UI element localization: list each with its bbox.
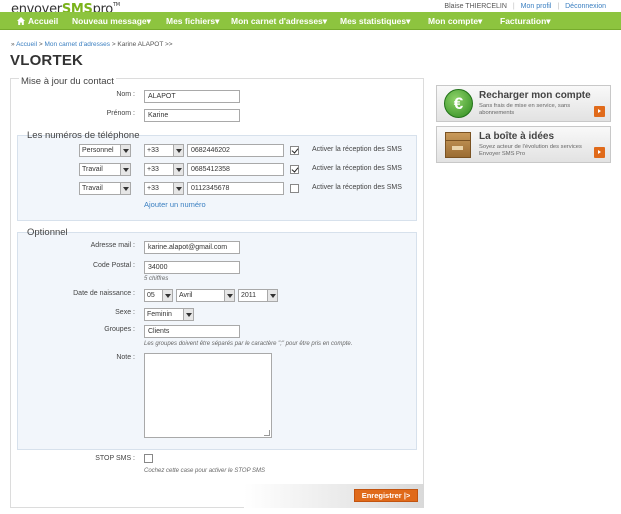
home-icon xyxy=(17,17,25,25)
optional-legend: Optionnel xyxy=(27,227,68,238)
sms-checkbox-label-2: Activer la réception des SMS xyxy=(312,165,402,172)
sms-checkbox-1[interactable] xyxy=(290,146,299,155)
phone-type-select-2[interactable]: Travail xyxy=(79,163,131,176)
chevron-down-icon xyxy=(162,290,172,301)
phone-number-input-3[interactable]: 0112345678 xyxy=(187,182,284,195)
chevron-down-icon xyxy=(267,290,277,301)
page-title: VLORTEK xyxy=(10,52,84,69)
phones-legend: Les numéros de téléphone xyxy=(27,130,140,141)
user-links: Blaise THIERCELIN | Mon profil | Déconne… xyxy=(444,3,606,10)
phone-number-input-2[interactable]: 0685412358 xyxy=(187,163,284,176)
note-label: Note : xyxy=(116,354,135,361)
chevron-down-icon xyxy=(173,145,183,156)
phone-code-select-2[interactable]: +33 xyxy=(144,163,184,176)
chevron-down-icon xyxy=(120,145,130,156)
phone-code-select-3[interactable]: +33 xyxy=(144,182,184,195)
euro-icon: € xyxy=(444,89,473,118)
groups-hint: Les groupes doivent être séparés par le … xyxy=(144,341,353,347)
arrow-right-icon[interactable] xyxy=(594,106,605,117)
chevron-down-icon xyxy=(173,164,183,175)
birth-month-select[interactable]: Avril xyxy=(176,289,235,302)
nav-facturation[interactable]: Facturation▾ xyxy=(500,12,551,30)
form-footer-bar: Enregistrer |> xyxy=(244,484,424,508)
ideas-desc: Soyez acteur de l'évolution des services… xyxy=(479,144,582,157)
profile-link[interactable]: Mon profil xyxy=(521,3,552,10)
nom-label: Nom : xyxy=(116,91,135,98)
breadcrumb-home[interactable]: Accueil xyxy=(16,41,37,48)
phone-code-select-1[interactable]: +33 xyxy=(144,144,184,157)
chevron-down-icon xyxy=(224,290,234,301)
phone-number-input-1[interactable]: 0682446202 xyxy=(187,144,284,157)
birthdate-label: Date de naissance : xyxy=(73,290,135,297)
postal-hint: 5 chiffres xyxy=(144,276,169,282)
resize-handle-icon[interactable] xyxy=(264,430,270,436)
nav-carnet-adresses[interactable]: Mon carnet d'adresses▾ xyxy=(231,12,327,30)
arrow-right-icon[interactable] xyxy=(594,147,605,158)
sms-checkbox-3[interactable] xyxy=(290,184,299,193)
box-icon xyxy=(445,132,471,158)
nav-mes-fichiers[interactable]: Mes fichiers▾ xyxy=(166,12,219,30)
chevron-down-icon xyxy=(173,183,183,194)
stop-sms-hint: Cochez cette case pour activer le STOP S… xyxy=(144,468,266,474)
breadcrumb: » Accueil > Mon carnet d'adresses > Kari… xyxy=(11,41,173,48)
sms-checkbox-label-3: Activer la réception des SMS xyxy=(312,184,402,191)
sms-checkbox-label-1: Activer la réception des SMS xyxy=(312,146,402,153)
postal-label: Code Postal : xyxy=(92,262,135,269)
nav-mon-compte[interactable]: Mon compte▾ xyxy=(428,12,482,30)
postal-input[interactable]: 34000 xyxy=(144,261,240,274)
logout-link[interactable]: Déconnexion xyxy=(565,3,606,10)
birth-day-select[interactable]: 05 xyxy=(144,289,173,302)
user-name: Blaise THIERCELIN xyxy=(444,3,507,10)
recharge-account-card[interactable]: € Recharger mon compte Sans frais de mis… xyxy=(436,85,611,122)
chevron-down-icon xyxy=(183,309,193,320)
main-navbar: Accueil Nouveau message▾ Mes fichiers▾ M… xyxy=(0,12,621,30)
groups-input[interactable]: Clients xyxy=(144,325,240,338)
contact-form-panel: Mise à jour du contact Nom : ALAPOT Prén… xyxy=(10,76,424,508)
stop-sms-label: STOP SMS : xyxy=(95,455,135,462)
sexe-label: Sexe : xyxy=(115,309,135,316)
nav-nouveau-message[interactable]: Nouveau message▾ xyxy=(72,12,151,30)
breadcrumb-address-book[interactable]: Mon carnet d'adresses xyxy=(44,41,110,48)
note-textarea[interactable] xyxy=(144,353,272,438)
nav-accueil[interactable]: Accueil xyxy=(17,12,58,30)
recharge-desc: Sans frais de mise en service, sans abon… xyxy=(479,103,571,116)
breadcrumb-current: > Karine ALAPOT >> xyxy=(110,41,173,48)
recharge-title: Recharger mon compte xyxy=(479,90,591,101)
stop-sms-checkbox[interactable] xyxy=(144,454,153,463)
chevron-down-icon xyxy=(120,164,130,175)
idea-box-card[interactable]: La boîte à idées Soyez acteur de l'évolu… xyxy=(436,126,611,163)
add-phone-link[interactable]: Ajouter un numéro xyxy=(144,200,206,209)
phone-type-select-3[interactable]: Travail xyxy=(79,182,131,195)
sexe-select[interactable]: Feminin xyxy=(144,308,194,321)
ideas-title: La boîte à idées xyxy=(479,131,555,142)
prenom-label: Prénom : xyxy=(106,110,135,117)
nav-statistiques[interactable]: Mes statistiques▾ xyxy=(340,12,410,30)
nom-input[interactable]: ALAPOT xyxy=(144,90,240,103)
arrow-right-icon: |> xyxy=(403,491,411,500)
contact-legend: Mise à jour du contact xyxy=(19,76,116,87)
email-input[interactable]: karine.alapot@gmail.com xyxy=(144,241,240,254)
sms-checkbox-2[interactable] xyxy=(290,165,299,174)
groups-label: Groupes : xyxy=(104,326,135,333)
email-label: Adresse mail : xyxy=(90,242,135,249)
phone-type-select-1[interactable]: Personnel xyxy=(79,144,131,157)
prenom-input[interactable]: Karine xyxy=(144,109,240,122)
birth-year-select[interactable]: 2011 xyxy=(238,289,278,302)
chevron-down-icon xyxy=(120,183,130,194)
save-button[interactable]: Enregistrer |> xyxy=(354,489,418,502)
logo-tm: TM xyxy=(112,2,120,8)
